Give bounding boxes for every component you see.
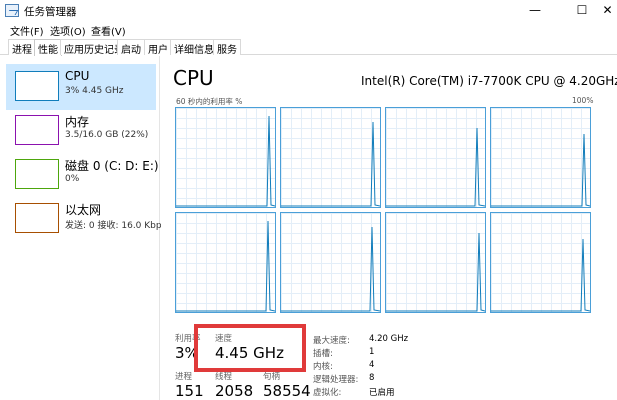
device-name: 内存 bbox=[65, 115, 90, 129]
graph-max-label: 100% bbox=[572, 96, 594, 105]
menu-options[interactable]: 选项(O) bbox=[50, 23, 86, 38]
detail-value: 1 bbox=[369, 347, 375, 357]
tab-startup[interactable]: 启动 bbox=[117, 39, 145, 56]
cpu-core-graph bbox=[490, 107, 591, 208]
cpu-model: Intel(R) Core(TM) i7-7700K CPU @ 4.20GHz bbox=[361, 74, 617, 88]
core-usage-line bbox=[281, 226, 380, 312]
device-name: 磁盘 0 (C: D: E:) bbox=[65, 159, 159, 173]
cpu-core-graph bbox=[490, 212, 591, 313]
cpu-core-graph bbox=[385, 212, 486, 313]
tab-performance[interactable]: 性能 bbox=[34, 39, 62, 56]
detail-label: 逻辑处理器: bbox=[313, 375, 359, 385]
detail-value: 8 bbox=[369, 373, 375, 383]
cpu-thumbnail-graph bbox=[15, 71, 59, 101]
cpu-core-graph bbox=[280, 212, 381, 313]
disk-thumbnail-graph bbox=[15, 159, 59, 189]
device-name: CPU bbox=[65, 69, 90, 83]
cpu-core-graph bbox=[175, 212, 276, 313]
page-title: CPU bbox=[173, 66, 214, 90]
menu-view[interactable]: 查看(V) bbox=[91, 23, 126, 38]
core-usage-line bbox=[176, 220, 275, 312]
device-memory[interactable]: 内存 3.5/16.0 GB (22%) bbox=[6, 108, 156, 154]
detail-label: 插槽: bbox=[313, 349, 333, 359]
task-manager-icon bbox=[5, 4, 19, 17]
core-usage-line bbox=[491, 133, 590, 207]
device-detail: 发送: 0 接收: 16.0 Kbp bbox=[65, 221, 162, 231]
logical-processor-graphs bbox=[175, 107, 595, 317]
tab-details[interactable]: 详细信息 bbox=[170, 39, 218, 56]
window-title: 任务管理器 bbox=[24, 6, 77, 18]
close-button[interactable]: ✕ bbox=[598, 0, 617, 22]
device-list: CPU 3% 4.45 GHz 内存 3.5/16.0 GB (22%) 磁盘 … bbox=[0, 56, 162, 400]
threads-value: 2058 bbox=[215, 382, 254, 400]
device-disk[interactable]: 磁盘 0 (C: D: E:) 0% bbox=[6, 152, 159, 198]
ethernet-thumbnail-graph bbox=[15, 203, 59, 233]
device-detail: 3.5/16.0 GB (22%) bbox=[65, 130, 149, 140]
core-usage-line bbox=[386, 232, 485, 312]
cpu-core-graph bbox=[280, 107, 381, 208]
device-detail: 0% bbox=[65, 174, 80, 184]
core-usage-line bbox=[281, 121, 380, 207]
menu-bar: 文件(F) 选项(O) 查看(V) bbox=[0, 22, 617, 38]
graph-axis-label: 60 秒内的利用率 % bbox=[176, 97, 243, 106]
processes-value: 151 bbox=[175, 382, 204, 400]
detail-value: 已启用 bbox=[369, 388, 395, 398]
detail-label: 内核: bbox=[313, 362, 333, 372]
processes-label: 进程 bbox=[175, 372, 193, 382]
minimize-button[interactable]: — bbox=[512, 0, 558, 22]
detail-value: 4 bbox=[369, 360, 375, 370]
core-usage-line bbox=[386, 127, 485, 207]
title-bar[interactable]: 任务管理器 — ☐ ✕ bbox=[0, 0, 617, 22]
device-detail: 3% 4.45 GHz bbox=[65, 86, 124, 96]
menu-file[interactable]: 文件(F) bbox=[10, 23, 44, 38]
tab-bar: 进程 性能 应用历史记录 启动 用户 详细信息 服务 bbox=[0, 38, 617, 56]
detail-label: 最大速度: bbox=[313, 336, 350, 346]
cpu-detail-panel: CPU Intel(R) Core(TM) i7-7700K CPU @ 4.2… bbox=[161, 56, 617, 400]
core-usage-line bbox=[491, 238, 590, 312]
core-usage-line bbox=[176, 115, 275, 207]
detail-value: 4.20 GHz bbox=[369, 334, 409, 344]
cpu-core-graph bbox=[175, 107, 276, 208]
tab-processes[interactable]: 进程 bbox=[8, 39, 36, 56]
detail-label: 虚拟化: bbox=[313, 388, 342, 398]
task-manager-window: 任务管理器 — ☐ ✕ 文件(F) 选项(O) 查看(V) 进程 性能 应用历史… bbox=[0, 0, 617, 400]
tab-services[interactable]: 服务 bbox=[213, 39, 241, 56]
memory-thumbnail-graph bbox=[15, 115, 59, 145]
speed-highlight-box bbox=[194, 324, 306, 372]
device-name: 以太网 bbox=[65, 203, 102, 217]
device-cpu[interactable]: CPU 3% 4.45 GHz bbox=[6, 64, 156, 110]
device-ethernet[interactable]: 以太网 发送: 0 接收: 16.0 Kbp bbox=[6, 196, 162, 242]
tab-users[interactable]: 用户 bbox=[144, 39, 172, 56]
cpu-core-graph bbox=[385, 107, 486, 208]
handles-value: 58554 bbox=[263, 382, 311, 400]
